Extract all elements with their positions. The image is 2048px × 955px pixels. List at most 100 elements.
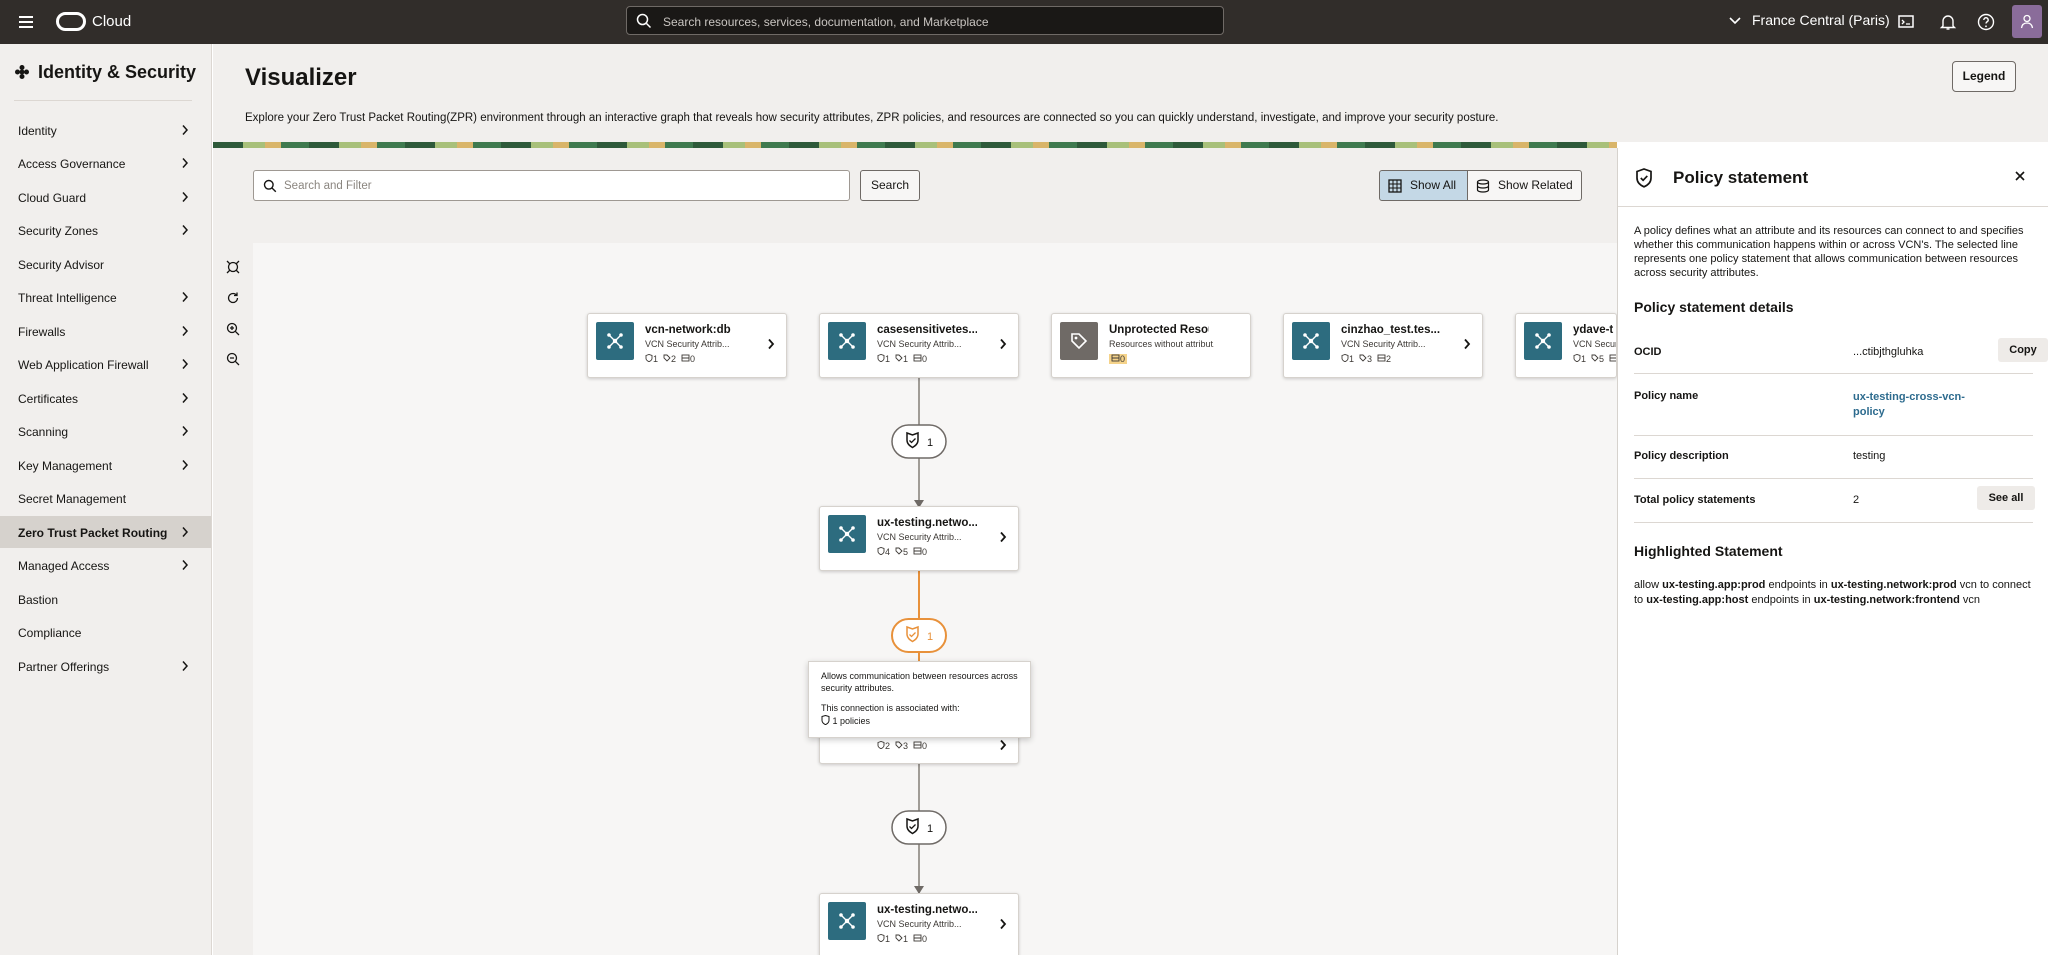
hamburger-menu-icon[interactable] — [16, 12, 36, 32]
panel-title: Policy statement — [1673, 168, 1809, 187]
search-filter-input[interactable]: Search and Filter — [253, 170, 850, 201]
node-type: VCN Security Attrib... — [877, 919, 962, 929]
sidebar-item-bastion[interactable]: Bastion — [0, 583, 211, 615]
search-button[interactable]: Search — [860, 170, 920, 201]
chevron-right-icon[interactable] — [999, 739, 1007, 751]
page-title: Visualizer — [245, 64, 357, 91]
policy-count: 1 — [1573, 354, 1586, 364]
node-type: VCN Security Attrib... — [877, 339, 962, 349]
sidebar-item-label: Web Application Firewall — [18, 358, 149, 372]
fit-to-screen-icon[interactable] — [226, 260, 240, 274]
chevron-right-icon[interactable] — [1463, 338, 1471, 350]
row-divider — [1634, 435, 2033, 436]
security-attribute-node[interactable]: ux-testing.netwo... VCN Security Attrib..… — [819, 506, 1019, 571]
sidebar-item-firewalls[interactable]: Firewalls — [0, 315, 211, 347]
chevron-right-icon[interactable] — [999, 338, 1007, 350]
cloud-shell-icon[interactable] — [1896, 12, 1916, 32]
policy-count: 1 — [645, 354, 658, 364]
sidebar-item-label: Access Governance — [18, 157, 126, 171]
chevron-right-icon[interactable] — [999, 531, 1007, 543]
total-statements-label: Total policy statements — [1634, 494, 1756, 506]
node-stats: 1 50 — [1573, 354, 1616, 364]
sidebar-item-web-application-firewall[interactable]: Web Application Firewall — [0, 348, 211, 380]
sidebar-item-managed-access[interactable]: Managed Access — [0, 549, 211, 581]
security-attribute-node[interactable]: casesensitivetes... VCN Security Attrib..… — [819, 313, 1019, 378]
network-attribute-icon — [1524, 322, 1562, 360]
attribute-count: 5 — [1591, 354, 1604, 364]
resource-count: 0 — [1609, 354, 1616, 364]
search-filter-placeholder: Search and Filter — [284, 180, 372, 192]
help-icon[interactable] — [1976, 12, 1996, 32]
security-attribute-node[interactable]: vcn-network:db VCN Security Attrib... 1 2 0 — [587, 313, 787, 378]
sidebar-item-label: Secret Management — [18, 492, 127, 506]
region-selector[interactable]: France Central (Paris) — [1752, 12, 1890, 28]
global-search-input[interactable]: Search resources, services, documentatio… — [626, 6, 1224, 35]
legend-button[interactable]: Legend — [1952, 61, 2016, 92]
page-header: Visualizer Explore your Zero Trust Packe… — [213, 44, 2048, 142]
close-icon[interactable] — [2014, 170, 2026, 182]
sidebar-item-partner-offerings[interactable]: Partner Offerings — [0, 650, 211, 682]
node-type: VCN Security Attrib... — [1341, 339, 1426, 349]
see-all-button[interactable]: See all — [1977, 486, 2035, 510]
sidebar-item-scanning[interactable]: Scanning — [0, 415, 211, 447]
notifications-bell-icon[interactable] — [1938, 12, 1958, 32]
chevron-right-icon[interactable] — [999, 918, 1007, 930]
attribute-count-value: 2 — [671, 354, 677, 364]
sidebar-item-access-governance[interactable]: Access Governance — [0, 147, 211, 179]
sidebar-item-identity[interactable]: Identity — [0, 114, 211, 146]
node-stats: 1 1 0 — [877, 354, 932, 364]
node-name: Unprotected Resources — [1109, 324, 1209, 336]
sidebar-item-secret-management[interactable]: Secret Management — [0, 482, 211, 514]
policy-count-value: 1 — [885, 934, 891, 944]
node-stats: 1 1 0 — [877, 934, 932, 944]
user-avatar[interactable] — [2012, 5, 2042, 38]
network-attribute-icon — [828, 515, 866, 553]
unprotected-resources-node[interactable]: Unprotected Resources Resources without a… — [1051, 313, 1251, 378]
sidebar-item-key-management[interactable]: Key Management — [0, 449, 211, 481]
sidebar-item-zero-trust-packet-routing[interactable]: Zero Trust Packet Routing — [0, 516, 211, 548]
policy-count-value: 1 — [653, 354, 659, 364]
chevron-right-icon — [182, 460, 189, 470]
chevron-right-icon — [182, 292, 189, 302]
show-related-button[interactable]: Show Related — [1467, 170, 1582, 201]
policy-name-link[interactable]: ux-testing-cross-vcn-policy — [1853, 390, 1983, 420]
refresh-icon[interactable] — [226, 291, 240, 305]
security-attribute-node[interactable]: cinzhao_test.tes... VCN Security Attrib..… — [1283, 313, 1483, 378]
sidebar-item-security-zones[interactable]: Security Zones — [0, 214, 211, 246]
copy-button[interactable]: Copy — [1998, 338, 2048, 362]
chevron-right-icon[interactable] — [767, 338, 775, 350]
identity-security-icon — [15, 65, 29, 79]
global-search-placeholder: Search resources, services, documentatio… — [663, 15, 989, 29]
oracle-logo-icon[interactable] — [56, 12, 86, 31]
brand-name[interactable]: Cloud — [92, 13, 131, 30]
node-name: cinzhao_test.tes... — [1341, 324, 1441, 336]
policy-name-label: Policy name — [1634, 390, 1699, 402]
sidebar-item-certificates[interactable]: Certificates — [0, 382, 211, 414]
tooltip-association: This connection is associated with: — [821, 703, 960, 713]
zoom-in-icon[interactable] — [226, 322, 240, 336]
node-stats: 4 5 0 — [877, 547, 932, 557]
security-attribute-node[interactable]: ux-testing.netwo... VCN Security Attrib..… — [819, 893, 1019, 955]
search-icon — [263, 179, 277, 193]
sidebar-item-label: Cloud Guard — [18, 191, 87, 205]
tooltip-policies-count: 1 policies — [832, 716, 871, 726]
attribute-count: 5 — [895, 547, 908, 557]
chevron-right-icon — [182, 326, 189, 336]
resource-count-value: 0 — [922, 934, 928, 944]
sidebar-item-security-advisor[interactable]: Security Advisor — [0, 248, 211, 280]
sidebar-item-threat-intelligence[interactable]: Threat Intelligence — [0, 281, 211, 313]
node-type: VCN Security Attrib... — [877, 532, 962, 542]
policy-count: 1 — [1341, 354, 1354, 364]
row-divider — [1634, 522, 2033, 523]
sidebar-item-compliance[interactable]: Compliance — [0, 616, 211, 648]
zoom-out-icon[interactable] — [226, 352, 240, 366]
resource-count-value: 2 — [1386, 354, 1392, 364]
top-bar: Cloud Search resources, services, docume… — [0, 0, 2048, 44]
sidebar-item-cloud-guard[interactable]: Cloud Guard — [0, 181, 211, 213]
chevron-down-icon[interactable] — [1728, 16, 1742, 26]
node-stats: 1 2 0 — [645, 354, 700, 364]
chevron-right-icon — [182, 158, 189, 168]
highlighted-statement: allow ux-testing.app:prod endpoints in u… — [1634, 579, 2031, 606]
show-all-button[interactable]: Show All — [1379, 170, 1468, 201]
security-attribute-node[interactable]: ydave-t VCN Security Attrib... 1 50 — [1515, 313, 1617, 378]
